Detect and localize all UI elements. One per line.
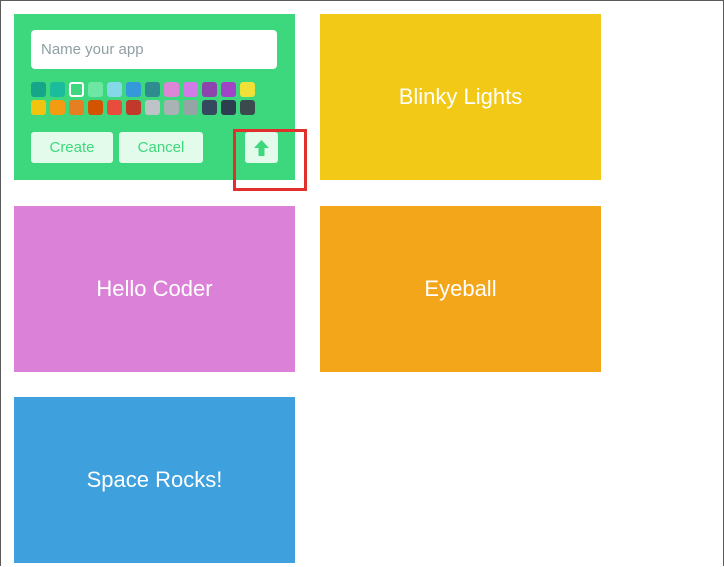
app-tile-space-rocks[interactable]: Space Rocks!	[14, 397, 295, 563]
app-grid-frame: Create Cancel Blinky Lights Hello Coder …	[0, 0, 724, 566]
app-tile-hello-coder[interactable]: Hello Coder	[14, 206, 295, 372]
color-swatch[interactable]	[88, 82, 103, 97]
color-swatch[interactable]	[145, 100, 160, 115]
color-swatch[interactable]	[69, 82, 84, 97]
cancel-button[interactable]: Cancel	[119, 132, 203, 163]
upload-button[interactable]	[245, 132, 278, 163]
color-swatch[interactable]	[183, 100, 198, 115]
color-swatch[interactable]	[221, 82, 236, 97]
app-tile-title: Space Rocks!	[86, 467, 223, 492]
color-swatch[interactable]	[107, 100, 122, 115]
app-tile-title: Hello Coder	[96, 276, 213, 301]
color-swatch[interactable]	[50, 82, 65, 97]
color-swatch-grid	[31, 82, 281, 115]
color-swatch[interactable]	[221, 100, 236, 115]
color-swatch[interactable]	[107, 82, 122, 97]
color-swatch[interactable]	[50, 100, 65, 115]
app-tile-blinky-lights[interactable]: Blinky Lights	[320, 14, 601, 180]
color-swatch[interactable]	[31, 100, 46, 115]
color-swatch[interactable]	[69, 100, 84, 115]
color-swatch[interactable]	[88, 100, 103, 115]
app-tile-eyeball[interactable]: Eyeball	[320, 206, 601, 372]
color-swatch[interactable]	[126, 100, 141, 115]
color-swatch[interactable]	[202, 100, 217, 115]
color-swatch[interactable]	[31, 82, 46, 97]
color-swatch[interactable]	[240, 100, 255, 115]
color-swatch[interactable]	[164, 100, 179, 115]
color-swatch[interactable]	[164, 82, 179, 97]
color-swatch[interactable]	[126, 82, 141, 97]
color-swatch[interactable]	[240, 82, 255, 97]
color-swatch[interactable]	[202, 82, 217, 97]
color-swatch[interactable]	[145, 82, 160, 97]
upload-arrow-icon	[254, 139, 269, 156]
color-swatch[interactable]	[183, 82, 198, 97]
create-button[interactable]: Create	[31, 132, 113, 163]
app-name-input[interactable]	[31, 30, 277, 69]
new-app-form-tile: Create Cancel	[14, 14, 307, 191]
app-tile-title: Eyeball	[424, 276, 497, 301]
app-tile-title: Blinky Lights	[398, 84, 523, 109]
